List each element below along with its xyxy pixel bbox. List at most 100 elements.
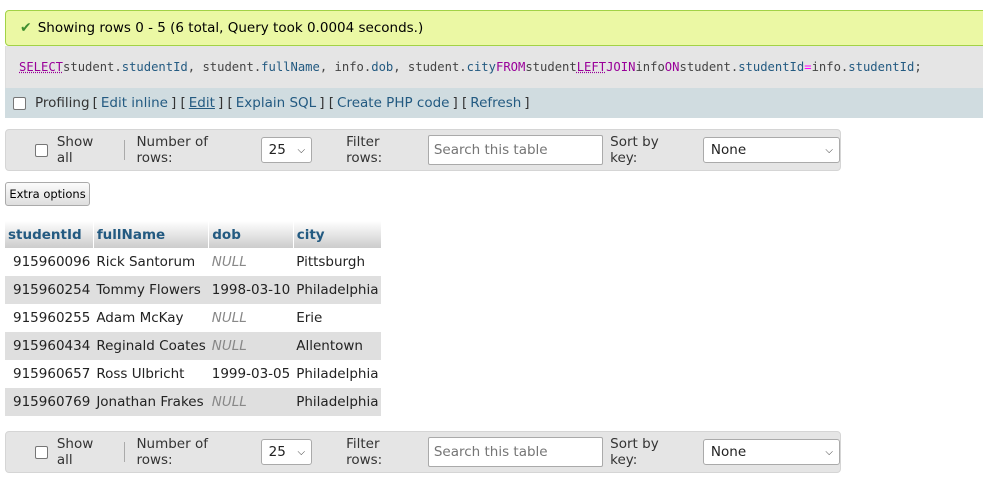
success-message: ✔ Showing rows 0 - 5 (6 total, Query too…: [5, 10, 983, 46]
bracket: ] [: [170, 95, 186, 111]
sql-text: info.: [811, 60, 849, 74]
cell-dob: NULL: [208, 304, 294, 332]
sql-keyword-join: JOIN: [606, 60, 636, 74]
cell-city: Philadelphia: [293, 276, 382, 304]
chevron-down-icon: ⌵: [825, 446, 833, 458]
sql-column: dob: [371, 60, 394, 74]
refresh-link[interactable]: Refresh: [470, 95, 521, 111]
sort-by-key-select[interactable]: None ⌵: [702, 137, 840, 163]
filter-label: Filter rows:: [346, 134, 383, 166]
cell-studentid: 915960254: [5, 276, 94, 304]
bracket: ] [: [217, 95, 233, 111]
results-table: studentId fullName dob city 915960096 Ri…: [5, 221, 382, 416]
sql-text: , student.: [187, 60, 262, 74]
filter-rows-input[interactable]: Search this table: [427, 135, 604, 165]
create-php-code-link[interactable]: Create PHP code: [337, 95, 449, 111]
filter-placeholder: Search this table: [433, 142, 548, 158]
sql-keyword-select[interactable]: SELECT: [19, 60, 63, 74]
divider: [124, 140, 126, 160]
sql-text: , student.: [393, 60, 467, 74]
profiling-checkbox[interactable]: [13, 96, 26, 110]
cell-fullname: Jonathan Frakes: [93, 388, 209, 416]
sql-column: studentId: [738, 60, 805, 74]
sort-select-value: None: [710, 142, 747, 158]
cell-studentid: 915960657: [5, 360, 94, 388]
cell-studentid: 915960096: [5, 248, 94, 276]
show-all-checkbox[interactable]: [35, 143, 48, 157]
table-row[interactable]: 915960769 Jonathan Frakes NULL Philadelp…: [5, 388, 382, 416]
rows-select-value: 25: [268, 444, 286, 460]
sort-label: Sort by key:: [610, 134, 659, 166]
sql-column: city: [466, 60, 496, 74]
cell-fullname: Tommy Flowers: [93, 276, 209, 304]
bracket: [: [92, 95, 98, 111]
table-row[interactable]: 915960255 Adam McKay NULL Erie: [5, 304, 382, 332]
navigation-panel-top: Show all Number of rows: 25 ⌵ Filter row…: [5, 129, 841, 171]
profiling-label: Profiling: [35, 95, 90, 111]
checkmark-icon: ✔: [20, 20, 32, 36]
rows-select-value: 25: [268, 142, 286, 158]
table-row[interactable]: 915960254 Tommy Flowers 1998-03-10 Phila…: [5, 276, 382, 304]
cell-city: Philadelphia: [293, 360, 382, 388]
column-header-studentid[interactable]: studentId: [5, 221, 94, 248]
sql-text: info: [635, 60, 665, 74]
sort-select-value: None: [710, 444, 747, 460]
column-header-dob[interactable]: dob: [208, 221, 294, 248]
cell-dob: NULL: [208, 248, 294, 276]
cell-city: Erie: [293, 304, 382, 332]
sql-text: student: [525, 60, 577, 74]
filter-label: Filter rows:: [346, 436, 383, 468]
status-text: Showing rows 0 - 5 (6 total, Query took …: [37, 20, 424, 36]
chevron-down-icon: ⌵: [297, 144, 306, 156]
table-row[interactable]: 915960657 Ross Ulbricht 1999-03-05 Phila…: [5, 360, 382, 388]
rows-select[interactable]: 25 ⌵: [260, 137, 313, 163]
rows-label: Number of rows:: [136, 134, 208, 166]
cell-fullname: Ross Ulbricht: [93, 360, 209, 388]
sql-column: fullName: [261, 60, 320, 74]
divider: [124, 442, 126, 462]
bracket: ] [: [319, 95, 335, 111]
sort-label: Sort by key:: [610, 436, 659, 468]
sql-keyword-from: FROM: [495, 60, 526, 74]
sql-keyword-on: ON: [664, 60, 680, 74]
chevron-down-icon: ⌵: [297, 446, 306, 458]
edit-link[interactable]: Edit: [189, 95, 215, 111]
table-row[interactable]: 915960096 Rick Santorum NULL Pittsburgh: [5, 248, 382, 276]
sql-text: , info.: [319, 60, 372, 74]
chevron-down-icon: ⌵: [825, 144, 833, 156]
extra-options-button[interactable]: Extra options: [5, 182, 90, 206]
show-all-label[interactable]: Show all: [57, 134, 113, 166]
cell-dob: NULL: [208, 388, 294, 416]
cell-fullname: Adam McKay: [93, 304, 209, 332]
sql-column: studentId: [121, 60, 188, 74]
explain-sql-link[interactable]: Explain SQL: [236, 95, 316, 111]
cell-fullname: Rick Santorum: [93, 248, 209, 276]
sql-keyword-left[interactable]: LEFT: [577, 60, 606, 74]
rows-label: Number of rows:: [136, 436, 208, 468]
cell-city: Philadelphia: [293, 388, 382, 416]
sort-by-key-select[interactable]: None ⌵: [702, 439, 840, 465]
edit-inline-link[interactable]: Edit inline: [101, 95, 168, 111]
cell-studentid: 915960434: [5, 332, 94, 360]
table-header-row: studentId fullName dob city: [5, 221, 382, 248]
column-header-city[interactable]: city: [293, 221, 382, 248]
table-row[interactable]: 915960434 Reginald Coates NULL Allentown: [5, 332, 382, 360]
cell-studentid: 915960255: [5, 304, 94, 332]
cell-dob: NULL: [208, 332, 294, 360]
rows-select[interactable]: 25 ⌵: [260, 439, 313, 465]
filter-rows-input[interactable]: Search this table: [427, 437, 604, 467]
bracket: ] [: [452, 95, 468, 111]
column-header-fullname[interactable]: fullName: [93, 221, 210, 248]
navigation-panel-bottom: Show all Number of rows: 25 ⌵ Filter row…: [5, 431, 841, 473]
sql-text: student.: [679, 60, 739, 74]
cell-city: Pittsburgh: [293, 248, 382, 276]
sql-text: student.: [63, 60, 122, 74]
show-all-label[interactable]: Show all: [57, 436, 113, 468]
cell-studentid: 915960769: [5, 388, 94, 416]
query-actions-bar: Profiling [Edit inline] [Edit] [Explain …: [5, 88, 983, 118]
cell-city: Allentown: [293, 332, 382, 360]
sql-column: studentId: [848, 60, 915, 74]
show-all-checkbox[interactable]: [35, 445, 48, 459]
bracket: ]: [524, 95, 530, 111]
cell-dob: 1998-03-10: [208, 276, 294, 304]
